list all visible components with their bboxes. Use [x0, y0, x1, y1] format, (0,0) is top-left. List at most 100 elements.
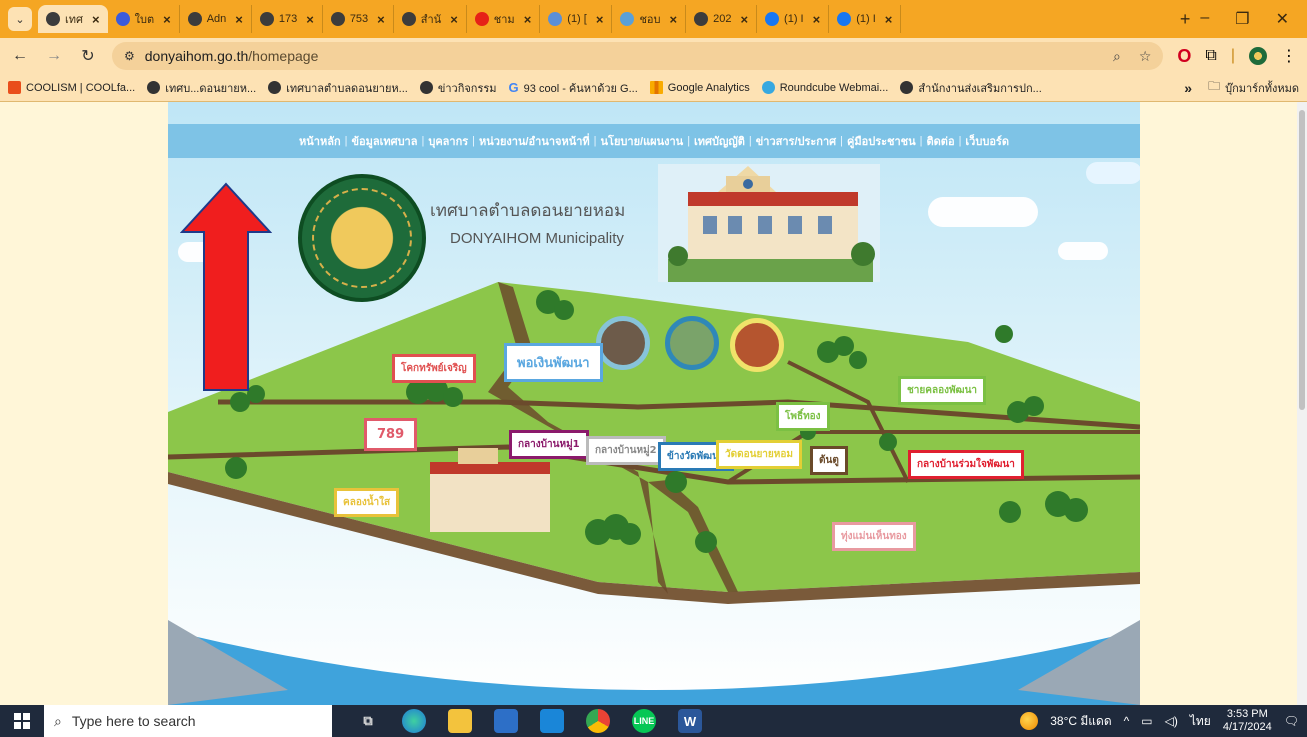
close-tab-icon[interactable]: ×: [235, 12, 243, 27]
profile-avatar[interactable]: [1249, 47, 1267, 65]
browser-tab[interactable]: ชอบ ×: [612, 5, 687, 33]
start-button[interactable]: [0, 705, 44, 737]
browser-tab[interactable]: 202 ×: [686, 5, 758, 33]
site-nav-item[interactable]: หน่วยงาน/อำนาจหน้าที่: [479, 132, 590, 150]
language-indicator[interactable]: ไทย: [1190, 712, 1211, 731]
close-tab-icon[interactable]: ×: [306, 12, 314, 27]
close-tab-icon[interactable]: ×: [885, 12, 893, 27]
browser-tab[interactable]: (1) [×: [540, 5, 613, 33]
village-sign[interactable]: ทุ่งแม่นเห็นทอง: [832, 522, 916, 551]
volume-icon[interactable]: ◁): [1165, 714, 1178, 728]
menu-kebab-icon[interactable]: ⋮: [1281, 46, 1297, 66]
village-sign[interactable]: โคกทรัพย์เจริญ: [392, 354, 476, 383]
map-pin-photo-3[interactable]: [730, 318, 784, 372]
close-tab-icon[interactable]: ×: [596, 12, 604, 27]
tab-search-button[interactable]: ⌄: [8, 7, 32, 31]
village-sign[interactable]: คลองน้ำใส: [334, 488, 400, 517]
network-icon[interactable]: ▭: [1141, 714, 1152, 728]
browser-tab[interactable]: ใบต ×: [108, 5, 180, 33]
map-pin-photo-2[interactable]: [665, 316, 719, 370]
roundcube-favicon-icon: [761, 81, 775, 94]
site-nav-item[interactable]: ข่าวสาร/ประกาศ: [756, 132, 836, 150]
nav-separator: |: [472, 135, 476, 147]
extensions-puzzle-icon[interactable]: ⧉: [1205, 47, 1216, 65]
close-tab-icon[interactable]: ×: [670, 12, 678, 27]
site-nav-item[interactable]: นโยบาย/แผนงาน: [601, 132, 684, 150]
store-icon[interactable]: [494, 709, 518, 733]
weather-icon[interactable]: [1020, 712, 1039, 730]
bookmarks-overflow-button[interactable]: »: [1184, 80, 1192, 96]
browser-tab[interactable]: Adn ×: [180, 5, 252, 33]
site-info-icon[interactable]: ⚙: [124, 49, 135, 63]
forward-button[interactable]: →: [44, 47, 64, 65]
browser-tab[interactable]: 173 ×: [252, 5, 323, 33]
village-sign[interactable]: กลางบ้านร่วมใจพัฒนา: [908, 450, 1024, 479]
mail-icon[interactable]: [540, 709, 564, 733]
site-nav-item[interactable]: เว็บบอร์ด: [965, 132, 1009, 150]
village-sign[interactable]: 789: [364, 418, 418, 451]
village-sign[interactable]: กลางบ้านหมู่2: [586, 436, 666, 465]
task-view-icon[interactable]: ⧉: [356, 709, 380, 733]
bookmark-item[interactable]: ข่าวกิจกรรม: [419, 79, 497, 97]
village-sign[interactable]: วัดดอนยายหอม: [716, 440, 802, 469]
new-tab-button[interactable]: +: [1170, 9, 1201, 30]
close-tab-icon[interactable]: ×: [813, 12, 821, 27]
site-nav-item[interactable]: คู่มือประชาชน: [847, 132, 916, 150]
close-tab-icon[interactable]: ×: [740, 12, 748, 27]
restore-button[interactable]: ❐: [1235, 9, 1249, 29]
bookmark-item[interactable]: COOLISM | COOLfa...: [8, 81, 135, 94]
browser-tab[interactable]: เทศ ×: [38, 5, 108, 33]
bookmark-item[interactable]: สำนักงานส่งเสริมการปก...: [900, 79, 1042, 97]
minimize-button[interactable]: –: [1200, 9, 1209, 29]
village-sign[interactable]: โพธิ์ทอง: [776, 402, 830, 431]
site-nav-item[interactable]: บุคลากร: [428, 132, 468, 150]
village-sign[interactable]: ชายคลองพัฒนา: [898, 376, 987, 405]
weather-text[interactable]: 38°C มีแดด: [1050, 712, 1111, 731]
village-sign[interactable]: พอเงินพัฒนา: [504, 343, 603, 382]
line-icon[interactable]: LINE: [632, 709, 656, 733]
close-tab-icon[interactable]: ×: [163, 12, 171, 27]
bookmark-item[interactable]: เทศบ...ดอนยายห...: [147, 79, 256, 97]
close-tab-icon[interactable]: ×: [92, 12, 100, 27]
tab-title: Adn: [206, 13, 227, 25]
back-button[interactable]: ←: [10, 47, 30, 65]
site-nav-item[interactable]: เทศบัญญัติ: [694, 132, 745, 150]
bookmark-item[interactable]: เทศบาลตำบลดอนยายห...: [268, 79, 408, 97]
page-scrollbar[interactable]: [1297, 102, 1307, 705]
tray-overflow-icon[interactable]: ^: [1124, 714, 1130, 728]
reload-button[interactable]: ↻: [78, 46, 98, 66]
browser-tab[interactable]: 753 ×: [323, 5, 394, 33]
site-nav-item[interactable]: ข้อมูลเทศบาล: [351, 132, 417, 150]
site-nav-item[interactable]: หน้าหลัก: [299, 132, 341, 150]
browser-tab[interactable]: (1) I ×: [829, 5, 902, 33]
word-icon[interactable]: W: [678, 709, 702, 733]
bookmark-item[interactable]: G 93 cool - ค้นหาด้วย G...: [509, 79, 638, 97]
bookmark-star-icon[interactable]: ☆: [1139, 48, 1152, 65]
nav-separator: |: [958, 135, 962, 147]
zoom-icon[interactable]: ⌕: [1113, 48, 1121, 65]
window-controls: – ❐ ✕: [1200, 9, 1299, 29]
close-tab-icon[interactable]: ×: [524, 12, 532, 27]
opera-extension-icon[interactable]: O: [1177, 46, 1191, 67]
edge-icon[interactable]: [402, 709, 426, 733]
all-bookmarks-folder[interactable]: 🗀 บุ๊กมาร์กทั้งหมด: [1208, 77, 1299, 98]
village-sign[interactable]: กลางบ้านหมู่1: [509, 430, 589, 459]
notifications-icon[interactable]: 🗨: [1284, 714, 1299, 728]
bookmark-item[interactable]: Google Analytics: [649, 81, 750, 94]
close-window-button[interactable]: ✕: [1276, 9, 1289, 29]
file-explorer-icon[interactable]: [448, 709, 472, 733]
chrome-icon[interactable]: [586, 709, 610, 733]
bookmark-item[interactable]: Roundcube Webmai...: [761, 81, 888, 94]
close-tab-icon[interactable]: ×: [377, 12, 385, 27]
address-bar[interactable]: ⚙ donyaihom.go.th/homepage ⌕ ☆: [112, 42, 1164, 70]
clock[interactable]: 3:53 PM 4/17/2024: [1223, 708, 1272, 734]
map-pin-photo-1[interactable]: [596, 316, 650, 370]
browser-tab[interactable]: สำนั ×: [394, 5, 467, 33]
browser-tab[interactable]: ชาม ×: [467, 5, 541, 33]
taskbar-search-box[interactable]: ⌕ Type here to search: [44, 705, 332, 737]
tab-title: 753: [349, 13, 369, 25]
browser-tab[interactable]: (1) I ×: [757, 5, 830, 33]
close-tab-icon[interactable]: ×: [450, 12, 458, 27]
site-nav-item[interactable]: ติดต่อ: [927, 132, 955, 150]
village-sign[interactable]: ต้นตู: [810, 446, 848, 475]
